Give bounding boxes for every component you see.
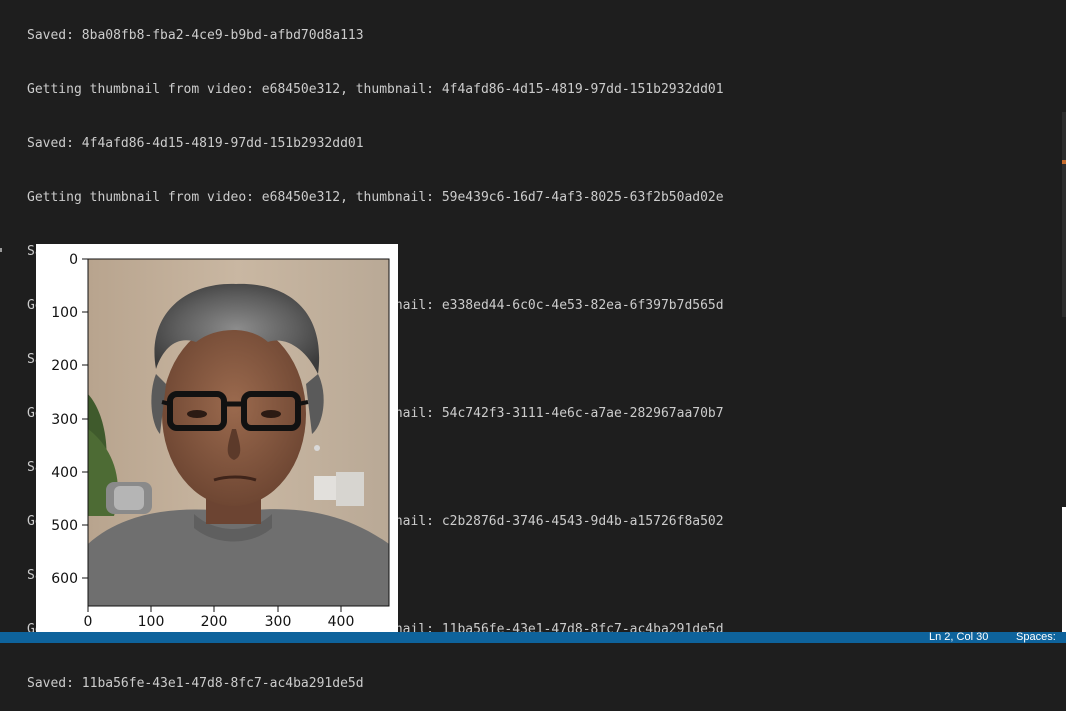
x-axis: 0 100 200 300 400: [84, 606, 355, 630]
vertical-scrollbar[interactable]: [1062, 112, 1066, 317]
gutter-marker: [0, 248, 2, 252]
x-tick: 0: [84, 606, 93, 630]
y-tick: 200: [51, 358, 88, 374]
y-tick-label: 400: [51, 465, 78, 481]
y-tick: 100: [51, 305, 88, 321]
cursor-position[interactable]: Ln 2, Col 30: [929, 631, 988, 643]
plot-figure: 0 100 200 300 400 500 600 0 100 200 300 …: [36, 244, 398, 633]
y-tick-label: 0: [69, 252, 78, 268]
y-tick: 300: [51, 412, 88, 428]
y-tick: 400: [51, 465, 88, 481]
y-tick-label: 300: [51, 412, 78, 428]
indentation-setting[interactable]: Spaces:: [1016, 631, 1056, 643]
y-axis: 0 100 200 300 400 500 600: [51, 252, 88, 587]
x-tick-label: 100: [138, 614, 165, 630]
output-line: Saved: 8ba08fb8-fba2-4ce9-b9bd-afbd70d8a…: [27, 28, 364, 43]
y-tick: 500: [51, 518, 88, 534]
y-tick-label: 200: [51, 358, 78, 374]
side-panel-edge: [1062, 507, 1066, 632]
status-bar: Ln 2, Col 30 Spaces:: [0, 631, 1066, 643]
output-line: Saved: 11ba56fe-43e1-47d8-8fc7-ac4ba291d…: [27, 676, 364, 691]
y-tick-label: 600: [51, 571, 78, 587]
y-tick: 0: [69, 252, 88, 268]
x-tick: 400: [328, 606, 355, 630]
x-tick: 200: [201, 606, 228, 630]
portrait-photo-icon: [88, 259, 389, 606]
x-tick-label: 0: [84, 614, 93, 630]
y-tick-label: 500: [51, 518, 78, 534]
x-tick-label: 300: [265, 614, 292, 630]
scrollbar-marker: [1062, 160, 1066, 164]
plot-svg: 0 100 200 300 400 500 600 0 100 200 300 …: [51, 252, 390, 630]
y-tick: 600: [51, 571, 88, 587]
output-line: Getting thumbnail from video: e68450e312…: [27, 82, 724, 97]
output-line: Getting thumbnail from video: e68450e312…: [27, 190, 724, 205]
y-tick-label: 100: [51, 305, 78, 321]
x-tick-label: 400: [328, 614, 355, 630]
output-line: Saved: 4f4afd86-4d15-4819-97dd-151b2932d…: [27, 136, 364, 151]
x-tick-label: 200: [201, 614, 228, 630]
x-tick: 300: [265, 606, 292, 630]
x-tick: 100: [138, 606, 165, 630]
